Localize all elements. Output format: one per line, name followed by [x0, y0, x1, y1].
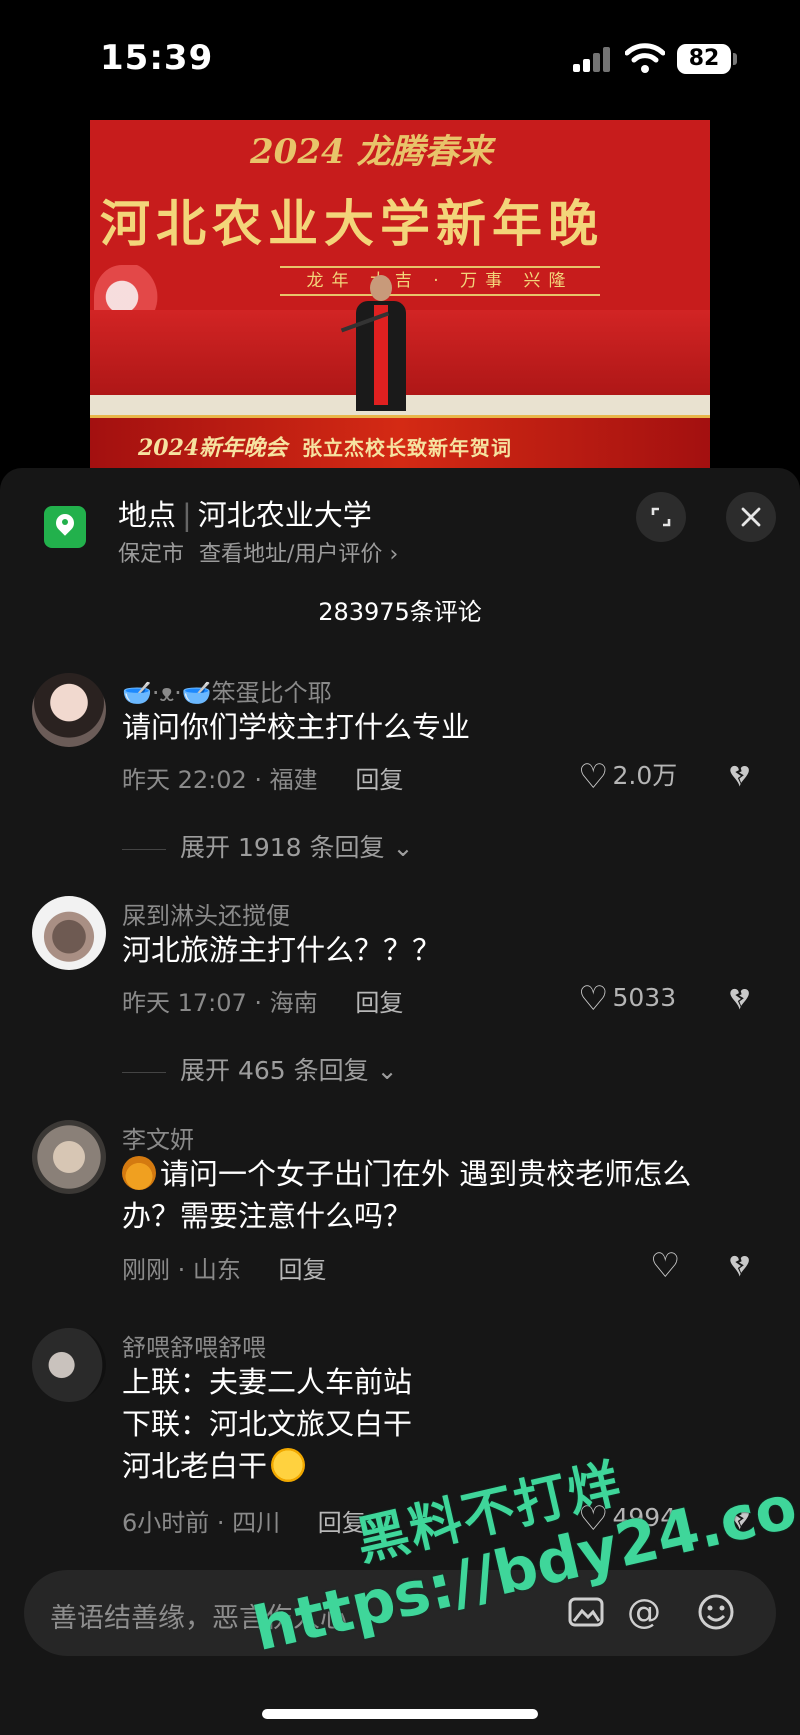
- comment-text-line-2: 下联：河北文旅又白干: [122, 1407, 413, 1441]
- heart-icon: ♡: [650, 1246, 681, 1286]
- comment-time-place: 6小时前 · 四川: [122, 1509, 281, 1537]
- chevron-down-icon: ⌄: [376, 1056, 398, 1085]
- home-indicator[interactable]: [262, 1709, 538, 1719]
- status-bar: 15:39 82: [0, 0, 800, 110]
- comment-username[interactable]: 李文妍: [122, 1120, 194, 1155]
- at-icon[interactable]: @: [622, 1590, 666, 1634]
- emoji-icon[interactable]: [694, 1590, 738, 1634]
- video-top-text: 2024 龙腾春来: [250, 132, 493, 172]
- video-caption-bar: 2024新年晚会 张立杰校长致新年贺词: [90, 415, 710, 470]
- video-top-banner: 2024 龙腾春来: [90, 120, 710, 180]
- like-button[interactable]: ♡ 4994: [578, 1499, 676, 1539]
- image-icon[interactable]: [564, 1590, 608, 1634]
- video-sub-banner: 龙年 大吉 · 万事 兴隆: [280, 266, 600, 296]
- comment-text-line-3: 河北老白干: [122, 1445, 742, 1487]
- battery-indicator: 82: [677, 44, 731, 74]
- comment-time-place: 昨天 22:02 · 福建: [122, 766, 318, 794]
- comment-username[interactable]: 屎到淋头还搅便: [122, 896, 290, 931]
- comment-text: 请问你们学校主打什么专业: [122, 710, 471, 744]
- reply-button[interactable]: 回复: [355, 766, 403, 794]
- broken-heart-icon[interactable]: 💔︎: [730, 1246, 749, 1285]
- like-button[interactable]: ♡: [650, 1246, 684, 1286]
- like-count: 4994: [612, 1503, 677, 1532]
- broken-heart-icon[interactable]: 💔︎: [730, 756, 749, 795]
- video-caption-left: 2024新年晚会: [138, 435, 288, 461]
- like-button[interactable]: ♡ 2.0万: [578, 756, 677, 797]
- comment-meta: 昨天 17:07 · 海南 回复: [122, 983, 403, 1018]
- crying-laugh-emoji-icon: [271, 1448, 306, 1482]
- tiger-emoji-icon: [122, 1156, 156, 1190]
- expand-replies-button[interactable]: 展开 1918 条回复 ⌄: [122, 828, 413, 864]
- comment-text: 河北旅游主打什么？？？: [122, 933, 442, 967]
- expand-replies-label: 展开 465 条回复: [180, 1056, 369, 1085]
- comment-input-placeholder: 善语结善缘，恶言伤人心: [50, 1603, 347, 1634]
- location-label: 地点: [118, 498, 177, 532]
- comment-meta: 6小时前 · 四川 回复: [122, 1503, 366, 1538]
- avatar[interactable]: [32, 673, 106, 747]
- comment-text: 请问一个女子出门在外 遇到贵校老师怎么办？需要注意什么吗？: [122, 1153, 742, 1237]
- heart-icon: ♡: [578, 757, 609, 797]
- expand-replies-label: 展开 1918 条回复: [180, 833, 385, 862]
- location-name: 河北农业大学: [197, 498, 372, 532]
- location-title[interactable]: 地点 | 河北农业大学: [118, 492, 372, 534]
- signal-icon: [573, 46, 613, 72]
- comment-text-content: 请问一个女子出门在外 遇到贵校老师怎么办？需要注意什么吗？: [122, 1157, 692, 1233]
- reply-button[interactable]: 回复: [318, 1509, 366, 1537]
- location-link[interactable]: 查看地址/用户评价: [199, 542, 382, 567]
- like-button[interactable]: ♡ 5033: [578, 979, 676, 1019]
- expand-button[interactable]: [636, 492, 686, 542]
- reply-button[interactable]: 回复: [355, 989, 403, 1017]
- location-pin-icon: [44, 506, 86, 548]
- comment-time-place: 昨天 17:07 · 海南: [122, 989, 318, 1017]
- comment-text-line-1: 上联：夫妻二人车前站: [122, 1365, 413, 1399]
- video-player[interactable]: 2024 龙腾春来 河北农业大学新年晚 龙年 大吉 · 万事 兴隆 2024新年…: [90, 120, 710, 470]
- video-caption-right: 张立杰校长致新年贺词: [302, 436, 512, 460]
- comment-input[interactable]: 善语结善缘，恶言伤人心 @: [24, 1570, 776, 1656]
- like-count: 2.0万: [612, 761, 678, 790]
- expand-replies-button[interactable]: 展开 465 条回复 ⌄: [122, 1051, 398, 1087]
- comment-input-bar: 善语结善缘，恶言伤人心 @: [0, 1556, 800, 1735]
- avatar[interactable]: [32, 1328, 106, 1402]
- comment-username[interactable]: 🥣·ᴥ·🥣笨蛋比个耶: [122, 673, 332, 708]
- expand-icon: [651, 507, 671, 527]
- speaker-figure: [350, 275, 410, 415]
- comment-meta: 昨天 22:02 · 福建 回复: [122, 760, 403, 795]
- comment-text-content: 河北老白干: [122, 1449, 268, 1483]
- close-button[interactable]: [726, 492, 776, 542]
- battery-tip: [733, 53, 737, 65]
- broken-heart-icon[interactable]: 💔︎: [730, 1499, 749, 1538]
- comment-username[interactable]: 舒喂舒喂舒喂: [122, 1328, 266, 1363]
- like-count: 5033: [612, 983, 677, 1012]
- comment-count: 283975条评论: [318, 598, 482, 626]
- chevron-down-icon: ⌄: [392, 833, 414, 862]
- heart-icon: ♡: [578, 979, 609, 1019]
- avatar[interactable]: [32, 896, 106, 970]
- comment-time-place: 刚刚 · 山东: [122, 1256, 241, 1284]
- comment-sheet: 地点 | 河北农业大学 保定市 查看地址/用户评价 › 283975条评论 🥣·ᴥ·…: [0, 468, 800, 1735]
- comment-meta: 刚刚 · 山东 回复: [122, 1250, 327, 1285]
- video-stage-title: 河北农业大学新年晚: [100, 194, 604, 253]
- location-subtitle[interactable]: 保定市 查看地址/用户评价 ›: [118, 536, 398, 568]
- reply-button[interactable]: 回复: [279, 1256, 327, 1284]
- close-icon: [741, 507, 761, 527]
- status-time: 15:39: [100, 38, 214, 78]
- avatar[interactable]: [32, 1120, 106, 1194]
- location-city: 保定市: [118, 542, 185, 567]
- broken-heart-icon[interactable]: 💔︎: [730, 979, 749, 1018]
- heart-icon: ♡: [578, 1499, 609, 1539]
- chevron-right-icon: ›: [389, 542, 399, 567]
- wifi-icon: [624, 42, 666, 74]
